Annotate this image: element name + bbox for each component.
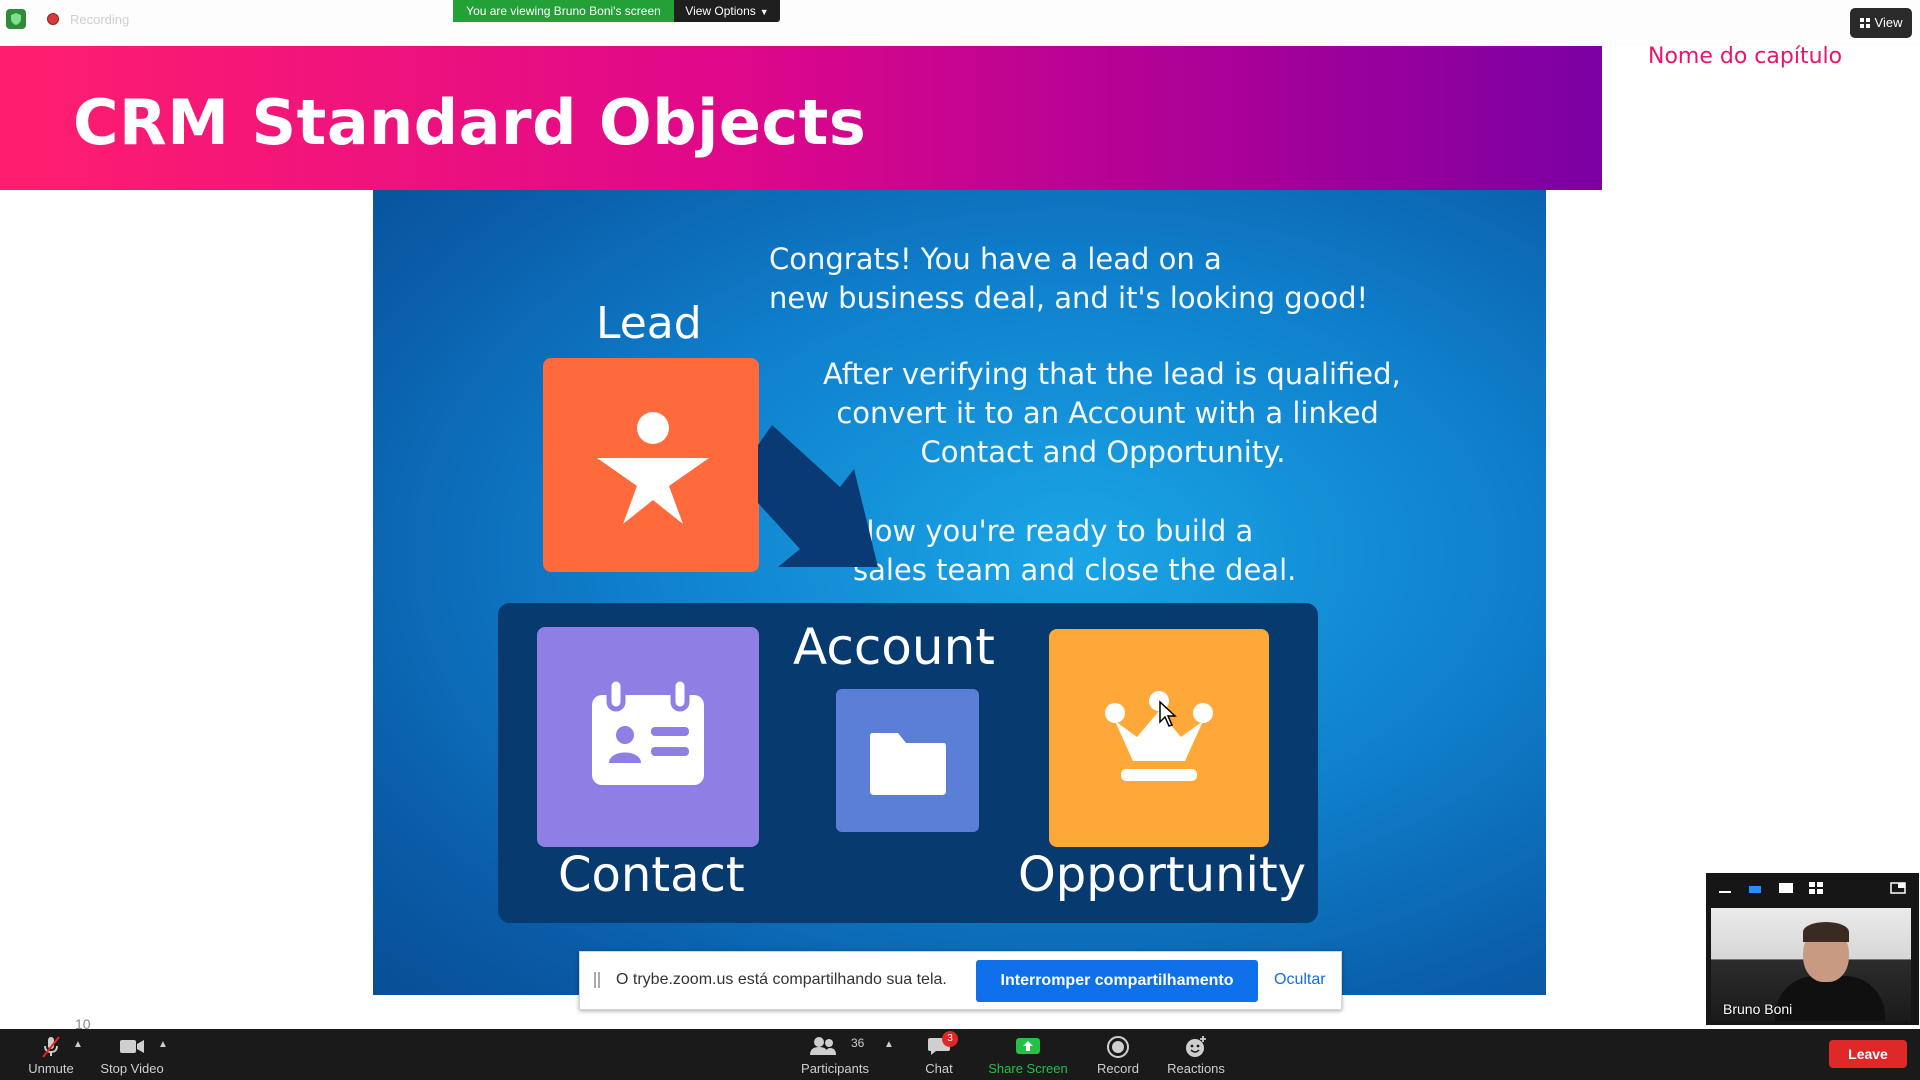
chapter-name: Nome do capítulo	[1648, 44, 1843, 69]
unmute-button[interactable]: Unmute	[18, 1029, 84, 1080]
security-shield-icon[interactable]	[6, 9, 26, 29]
congrats-text: Congrats! You have a lead on a new busin…	[769, 242, 1369, 315]
speaker-view-icon[interactable]	[1748, 881, 1762, 895]
lead-person-icon	[597, 412, 709, 524]
slide-illustration: Congrats! You have a lead on a new busin…	[373, 190, 1546, 995]
conversion-arrow-icon	[758, 425, 878, 567]
self-view-controls	[1706, 873, 1919, 903]
audio-options-caret-icon[interactable]: ▲	[73, 1039, 83, 1050]
gallery-single-icon[interactable]	[1778, 881, 1794, 895]
contact-card-icon	[592, 676, 704, 785]
conversion-text: After verifying that the lead is qualifi…	[823, 357, 1401, 469]
share-screen-button[interactable]: Share Screen	[982, 1029, 1074, 1080]
folder-icon	[870, 733, 946, 795]
leave-button[interactable]: Leave	[1829, 1040, 1907, 1068]
stop-video-label: Stop Video	[100, 1061, 164, 1076]
stop-video-button[interactable]: Stop Video	[96, 1029, 168, 1080]
participants-options-caret-icon[interactable]: ▲	[884, 1039, 894, 1050]
stop-sharing-button[interactable]: Interromper compartilhamento	[976, 960, 1258, 1002]
participants-count: 36	[851, 1036, 865, 1050]
view-layout-button[interactable]: View	[1850, 8, 1912, 38]
muted-microphone-icon	[42, 1036, 60, 1058]
share-screen-icon	[1016, 1038, 1040, 1054]
video-camera-icon	[120, 1040, 144, 1053]
slide-title: CRM Standard Objects	[73, 86, 867, 159]
gallery-grid-icon[interactable]	[1808, 881, 1824, 895]
account-tile	[836, 689, 979, 832]
meeting-toolbar: Unmute ▲ Stop Video ▲ Participants 36 ▲ …	[0, 1029, 1920, 1080]
participant-name: Bruno Boni	[1723, 1001, 1793, 1017]
drag-handle-icon[interactable]	[594, 972, 600, 988]
opportunity-tile	[1049, 629, 1269, 847]
chevron-down-icon: ▼	[759, 7, 769, 17]
unmute-label: Unmute	[28, 1061, 74, 1076]
share-screen-label: Share Screen	[988, 1061, 1068, 1076]
contact-tile	[537, 627, 759, 847]
mouse-cursor-icon	[1159, 700, 1177, 727]
recording-label: Recording	[70, 12, 130, 27]
reactions-label: Reactions	[1167, 1061, 1225, 1076]
participants-label: Participants	[801, 1061, 869, 1076]
pop-out-icon[interactable]	[1890, 881, 1906, 895]
slide-header: CRM Standard Objects	[0, 46, 1602, 190]
top-bar: Recording You are viewing Bruno Boni's s…	[0, 0, 1920, 46]
lead-label: Lead	[596, 298, 702, 349]
grid-icon	[1859, 18, 1870, 28]
self-view-panel[interactable]: Bruno Boni	[1706, 873, 1919, 1025]
crown-icon	[1105, 691, 1213, 781]
ready-text: Now you're ready to build a sales team a…	[853, 514, 1297, 587]
account-label: Account	[793, 618, 995, 676]
viewing-screen-banner: You are viewing Bruno Boni's screen	[453, 0, 674, 22]
reactions-emoji-icon	[1186, 1036, 1206, 1057]
hide-notice-link[interactable]: Ocultar	[1274, 971, 1326, 989]
reactions-button[interactable]: Reactions	[1160, 1029, 1232, 1080]
video-options-caret-icon[interactable]: ▲	[158, 1039, 168, 1050]
chat-label: Chat	[925, 1061, 953, 1076]
view-options-label: View Options	[685, 4, 756, 18]
recording-icon	[47, 13, 59, 25]
contact-label: Contact	[558, 847, 745, 903]
minimize-icon[interactable]	[1718, 881, 1732, 895]
record-label: Record	[1097, 1061, 1139, 1076]
record-button[interactable]: Record	[1088, 1029, 1148, 1080]
share-notice-message: O trybe.zoom.us está compartilhando sua …	[616, 971, 947, 988]
participants-icon	[810, 1037, 836, 1055]
record-icon	[1107, 1036, 1129, 1058]
lead-tile	[543, 358, 759, 572]
view-options-button[interactable]: View Options ▼	[674, 0, 780, 22]
opportunity-label: Opportunity	[1018, 847, 1307, 903]
screen-share-notice: O trybe.zoom.us está compartilhando sua …	[579, 951, 1342, 1010]
view-button-label: View	[1874, 15, 1903, 30]
chat-unread-badge: 3	[942, 1031, 958, 1047]
